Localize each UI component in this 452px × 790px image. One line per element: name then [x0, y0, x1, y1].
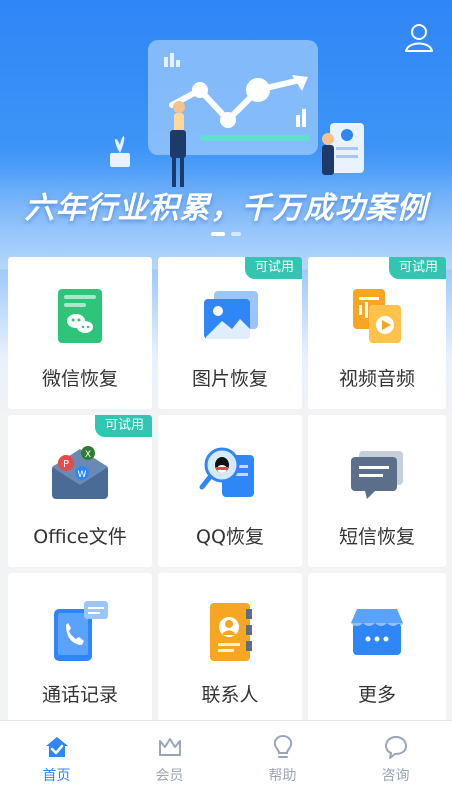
feature-picture-recovery[interactable]: 可试用 图片恢复 [158, 257, 302, 409]
tab-home[interactable]: 首页 [0, 721, 113, 790]
home-icon [45, 737, 68, 757]
feature-qq-recovery[interactable]: QQ恢复 [158, 415, 302, 567]
picture-icon [204, 291, 258, 339]
feature-label: 联系人 [201, 684, 259, 706]
feature-call-log-recovery[interactable]: 通话记录 [8, 573, 152, 725]
feature-grid: 微信恢复 可试用 图片恢复 可试用 视频音频 可试用 P X W Office文… [8, 257, 446, 725]
tab-label: 会员 [155, 768, 184, 784]
feature-sms-recovery[interactable]: 短信恢复 [308, 415, 446, 567]
banner-slogan: 六年行业积累，千万成功案例 [24, 191, 428, 226]
feature-label: Office文件 [33, 526, 127, 548]
trial-badge: 可试用 [244, 257, 302, 279]
tab-consult[interactable]: 咨询 [339, 721, 452, 790]
media-files-icon [353, 289, 401, 343]
chat-bubble-icon [384, 736, 407, 759]
office-envelope-icon: P X W [52, 446, 108, 499]
feature-label: 视频音频 [338, 368, 415, 390]
phone-call-icon [54, 601, 108, 661]
svg-text:P: P [63, 459, 69, 470]
tab-help[interactable]: 帮助 [226, 721, 339, 790]
tab-label: 首页 [42, 768, 71, 784]
svg-text:X: X [85, 450, 91, 460]
user-icon[interactable] [402, 20, 436, 54]
carousel-dot[interactable] [231, 232, 241, 236]
feature-more[interactable]: 更多 [308, 573, 446, 725]
feature-media-recovery[interactable]: 可试用 视频音频 [308, 257, 446, 409]
bottom-tab-bar: 首页 会员 帮助 咨询 [0, 720, 452, 790]
lightbulb-icon [273, 734, 292, 758]
carousel-dot-active[interactable] [211, 232, 225, 236]
sms-icon [351, 451, 403, 499]
trial-badge: 可试用 [388, 257, 446, 279]
tab-label: 帮助 [268, 768, 297, 784]
feature-label: QQ恢复 [196, 526, 264, 548]
qq-icon [199, 447, 254, 497]
feature-contacts-recovery[interactable]: 联系人 [158, 573, 302, 725]
feature-label: 图片恢复 [191, 368, 268, 390]
feature-office-recovery[interactable]: 可试用 P X W Office文件 [8, 415, 152, 567]
store-more-icon [351, 609, 403, 655]
crown-icon [158, 738, 181, 756]
feature-label: 通话记录 [41, 684, 118, 706]
feature-label: 短信恢复 [338, 526, 415, 548]
feature-label: 微信恢复 [41, 368, 118, 390]
wechat-doc-icon [58, 289, 102, 343]
contacts-icon [210, 603, 252, 661]
carousel-indicator [0, 232, 452, 236]
svg-text:W: W [78, 470, 87, 480]
feature-wechat-recovery[interactable]: 微信恢复 [8, 257, 152, 409]
tab-membership[interactable]: 会员 [113, 721, 226, 790]
feature-label: 更多 [357, 684, 396, 706]
trial-badge: 可试用 [94, 415, 152, 437]
tab-label: 咨询 [381, 768, 410, 784]
growth-chart-illustration [110, 40, 364, 187]
